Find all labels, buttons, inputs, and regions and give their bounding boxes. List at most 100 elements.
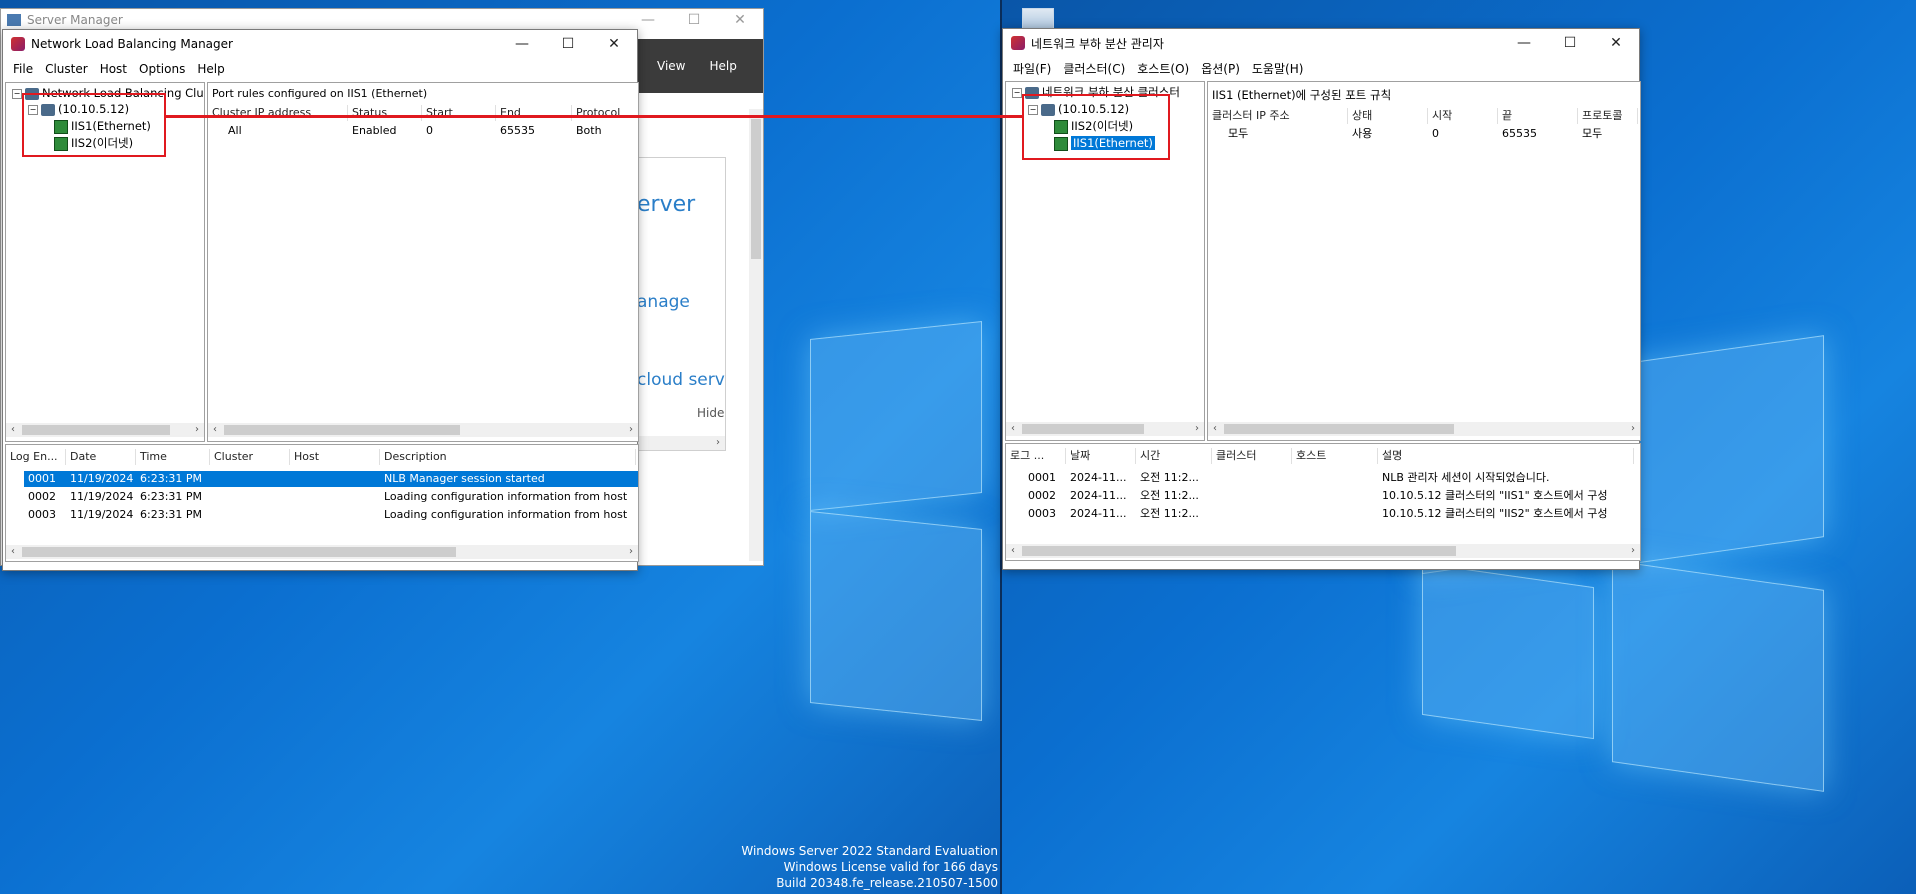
scroll-left-icon[interactable]: ‹: [208, 423, 222, 437]
menu-bar: File Cluster Host Options Help: [3, 58, 637, 80]
minimize-button[interactable]: —: [499, 30, 545, 58]
menu-help[interactable]: Help: [191, 62, 230, 76]
col-header[interactable]: Status: [348, 105, 422, 121]
port-rules-pane[interactable]: IIS1 (Ethernet)에 구성된 포트 규칙 클러스터 IP 주소 상태…: [1207, 81, 1641, 441]
collapse-icon[interactable]: −: [1012, 87, 1022, 98]
col-header[interactable]: Start: [422, 105, 496, 121]
scroll-left-icon[interactable]: ‹: [6, 545, 20, 559]
scroll-left-icon[interactable]: ‹: [1006, 544, 1020, 558]
menu-options[interactable]: 옵션(P): [1195, 60, 1246, 77]
minimize-button[interactable]: —: [1501, 29, 1547, 57]
welcome-text-3[interactable]: cloud servic: [637, 370, 725, 390]
server-manager-vscroll[interactable]: [749, 109, 763, 561]
col-header[interactable]: Description: [380, 449, 636, 465]
log-row[interactable]: 0002 11/19/2024 6:23:31 PM Loading confi…: [24, 489, 638, 505]
cell-cluster: [1212, 488, 1292, 504]
scroll-thumb[interactable]: [224, 425, 460, 435]
col-header[interactable]: Time: [136, 449, 210, 465]
log-pane[interactable]: 로그 ... 날짜 시간 클러스터 호스트 설명 0001 2024-11...…: [1005, 443, 1641, 561]
menu-cluster[interactable]: 클러스터(C): [1057, 60, 1131, 77]
col-header[interactable]: Log En...: [6, 449, 66, 465]
table-row[interactable]: All Enabled 0 65535 Both: [208, 123, 632, 139]
welcome-hscroll[interactable]: ›: [637, 436, 725, 450]
scroll-thumb[interactable]: [1022, 546, 1456, 556]
col-header[interactable]: 클러스터: [1212, 448, 1292, 464]
col-header[interactable]: Date: [66, 449, 136, 465]
menu-help[interactable]: 도움말(H): [1246, 60, 1310, 77]
col-header[interactable]: 상태: [1348, 108, 1428, 124]
cell-date: 2024-11...: [1070, 489, 1127, 502]
menu-bar: 파일(F) 클러스터(C) 호스트(O) 옵션(P) 도움말(H): [1003, 57, 1639, 79]
menu-help[interactable]: Help: [709, 59, 736, 73]
log-row[interactable]: 0002 2024-11... 오전 11:2... 10.10.5.12 클러…: [1024, 488, 1640, 504]
col-header[interactable]: Cluster: [210, 449, 290, 465]
col-header[interactable]: 설명: [1378, 448, 1634, 464]
port-rules-pane[interactable]: Port rules configured on IIS1 (Ethernet)…: [207, 82, 639, 442]
port-rules-hscroll[interactable]: ‹ ›: [1208, 422, 1640, 436]
nlb-titlebar-en[interactable]: Network Load Balancing Manager — ☐ ✕: [3, 30, 637, 58]
hide-link[interactable]: Hide: [697, 406, 724, 420]
maximize-button[interactable]: ☐: [1547, 29, 1593, 57]
col-header[interactable]: Host: [290, 449, 380, 465]
log-row[interactable]: 0001 2024-11... 오전 11:2... NLB 관리자 세션이 시…: [1024, 470, 1640, 486]
menu-view[interactable]: View: [657, 59, 685, 73]
port-rules-hscroll[interactable]: ‹ ›: [208, 423, 638, 437]
maximize-button[interactable]: ☐: [545, 30, 591, 58]
log-row[interactable]: 0003 2024-11... 오전 11:2... 10.10.5.12 클러…: [1024, 506, 1640, 522]
scroll-thumb[interactable]: [22, 547, 456, 557]
scroll-left-icon[interactable]: ‹: [6, 423, 20, 437]
scroll-right-icon[interactable]: ›: [711, 436, 725, 450]
log-hscroll[interactable]: ‹ ›: [1006, 544, 1640, 558]
menu-file[interactable]: 파일(F): [1007, 60, 1057, 77]
table-row[interactable]: 모두 사용 0 65535 모두: [1208, 126, 1638, 142]
col-header[interactable]: 시작: [1428, 108, 1498, 124]
menu-file[interactable]: File: [7, 62, 39, 76]
col-header[interactable]: End: [496, 105, 572, 121]
scroll-right-icon[interactable]: ›: [1190, 422, 1204, 436]
close-button[interactable]: ✕: [1593, 29, 1639, 57]
server-manager-titlebar[interactable]: Server Manager — ☐ ✕: [1, 9, 763, 31]
minimize-button[interactable]: —: [625, 9, 671, 31]
cell-start: 0: [1432, 127, 1439, 140]
log-row[interactable]: 0001 11/19/2024 6:23:31 PM NLB Manager s…: [24, 471, 638, 487]
col-header[interactable]: 날짜: [1066, 448, 1136, 464]
scroll-left-icon[interactable]: ‹: [1006, 422, 1020, 436]
col-header[interactable]: 끝: [1498, 108, 1578, 124]
col-header[interactable]: 클러스터 IP 주소: [1208, 108, 1348, 124]
col-header[interactable]: 로그 ...: [1006, 448, 1066, 464]
cell-host: [290, 489, 380, 505]
scroll-thumb[interactable]: [22, 425, 170, 435]
scroll-thumb[interactable]: [1224, 424, 1454, 434]
scroll-right-icon[interactable]: ›: [1626, 544, 1640, 558]
menu-host[interactable]: 호스트(O): [1131, 60, 1195, 77]
menu-cluster[interactable]: Cluster: [39, 62, 94, 76]
nlb-titlebar-ko[interactable]: 네트워크 부하 분산 관리자 — ☐ ✕: [1003, 29, 1639, 57]
close-button[interactable]: ✕: [591, 30, 637, 58]
menu-options[interactable]: Options: [133, 62, 191, 76]
close-button[interactable]: ✕: [717, 9, 763, 31]
scroll-right-icon[interactable]: ›: [624, 545, 638, 559]
tree-hscroll[interactable]: ‹ ›: [1006, 422, 1204, 436]
welcome-text-2[interactable]: anage: [637, 292, 690, 312]
scroll-right-icon[interactable]: ›: [1626, 422, 1640, 436]
log-pane[interactable]: Log En... Date Time Cluster Host Descrip…: [5, 444, 639, 562]
collapse-icon[interactable]: −: [12, 88, 22, 99]
log-row[interactable]: 0003 11/19/2024 6:23:31 PM Loading confi…: [24, 507, 638, 523]
menu-host[interactable]: Host: [94, 62, 133, 76]
tree-hscroll[interactable]: ‹ ›: [6, 423, 204, 437]
cell-time: 오전 11:2...: [1140, 471, 1199, 484]
maximize-button[interactable]: ☐: [671, 9, 717, 31]
scroll-right-icon[interactable]: ›: [624, 423, 638, 437]
vscroll-thumb[interactable]: [751, 119, 761, 259]
scroll-right-icon[interactable]: ›: [190, 423, 204, 437]
col-header[interactable]: Protocol: [572, 105, 638, 121]
col-header[interactable]: 시간: [1136, 448, 1212, 464]
col-header[interactable]: 프로토콜: [1578, 108, 1638, 124]
cell-protocol: 모두: [1582, 127, 1603, 140]
col-header[interactable]: 호스트: [1292, 448, 1378, 464]
scroll-thumb[interactable]: [1022, 424, 1144, 434]
cell-description: NLB Manager session started: [384, 472, 545, 485]
scroll-left-icon[interactable]: ‹: [1208, 422, 1222, 436]
log-hscroll[interactable]: ‹ ›: [6, 545, 638, 559]
col-header[interactable]: Cluster IP address: [208, 105, 348, 121]
